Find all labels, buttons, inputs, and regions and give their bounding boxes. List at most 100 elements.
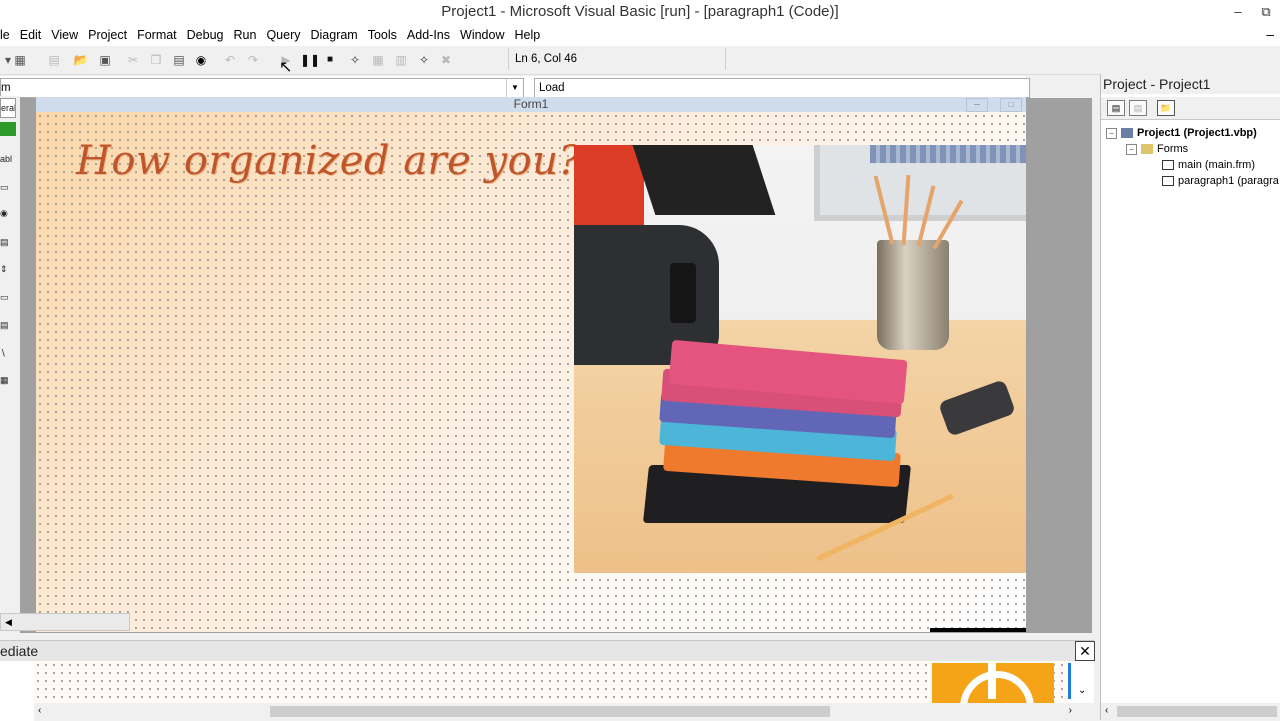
menu-diagram[interactable]: Diagram <box>305 24 362 46</box>
form-icon <box>1162 176 1174 187</box>
project-explorer-icon[interactable]: ✧ <box>347 52 363 68</box>
menu-window[interactable]: Window <box>455 24 509 46</box>
menu-edit[interactable]: Edit <box>15 24 47 46</box>
tree-forms-folder[interactable]: − Forms <box>1126 143 1188 155</box>
procedure-combobox-value: Load <box>539 82 565 94</box>
menu-project[interactable]: Project <box>83 24 132 46</box>
object-browser-icon[interactable]: ✧ <box>416 52 432 68</box>
toolbox-general-tab[interactable]: eral <box>0 98 16 118</box>
form-minimize-icon[interactable]: ─ <box>966 98 988 112</box>
tree-form-item[interactable]: main (main.frm) <box>1162 159 1255 171</box>
menu-query[interactable]: Query <box>261 24 305 46</box>
break-icon[interactable]: ❚❚ <box>300 52 320 68</box>
optionbutton-tool-icon[interactable]: ◉ <box>0 204 18 222</box>
line-tool-icon[interactable]: ∖ <box>0 344 18 362</box>
object-combobox-value: m <box>1 82 11 94</box>
textbox-tool-icon[interactable]: ▭ <box>0 178 18 196</box>
project-icon <box>1121 128 1133 139</box>
immediate-hscrollbar[interactable]: ‹ › <box>34 703 1076 720</box>
properties-icon[interactable]: ▦ <box>370 52 386 68</box>
form-layout-icon[interactable]: ▥ <box>393 52 409 68</box>
paste-icon[interactable]: ▤ <box>171 52 187 68</box>
end-icon[interactable]: ■ <box>322 52 338 68</box>
menu-bar: le Edit View Project Format Debug Run Qu… <box>0 24 1280 46</box>
open-icon[interactable]: 📂 <box>73 52 89 68</box>
view-code-icon[interactable]: ▤ <box>1107 100 1125 116</box>
scroll-thumb[interactable] <box>270 706 830 717</box>
menu-file[interactable]: le <box>0 24 15 46</box>
menu-addins[interactable]: Add-Ins <box>402 24 455 46</box>
drivelistbox-tool-icon[interactable]: ▭ <box>0 288 18 306</box>
data-tool-icon[interactable]: ▦ <box>0 371 18 389</box>
scroll-left-icon[interactable]: ‹ <box>38 705 41 716</box>
chevron-down-icon[interactable]: ▼ <box>506 79 523 97</box>
find-icon[interactable]: ◉ <box>193 52 209 68</box>
desk-picture[interactable] <box>574 145 1026 573</box>
redo-icon[interactable]: ↷ <box>245 52 261 68</box>
immediate-window-pane[interactable] <box>34 661 1074 703</box>
standard-toolbar: ▾ ▦ ▤ 📂 ▣ ✂ ❐ ▤ ◉ ↶ ↷ ▶ ❚❚ ■ ✧ ▦ ▥ ✧ ✖ L… <box>0 46 1280 75</box>
menu-editor-icon[interactable]: ▤ <box>46 52 62 68</box>
tree-forms-label: Forms <box>1157 143 1189 155</box>
listbox-tool-icon[interactable]: ▤ <box>0 233 18 251</box>
child-minimize-button[interactable]: – <box>1266 26 1274 42</box>
pencil-cup-shape <box>877 240 949 350</box>
window-title-bar: Project1 - Microsoft Visual Basic [run] … <box>0 0 1280 24</box>
scroll-thumb[interactable] <box>1117 706 1277 717</box>
logo-image <box>932 663 1054 703</box>
divider-bar <box>930 628 1026 632</box>
collapse-icon[interactable]: − <box>1106 127 1117 139</box>
tree-project-node[interactable]: − Project1 (Project1.vbp) <box>1106 127 1257 139</box>
object-combobox[interactable]: m ▼ <box>0 78 524 98</box>
collapse-icon[interactable]: − <box>1126 143 1137 155</box>
headline-label[interactable]: How organized are you? <box>76 138 580 184</box>
cursor-position-status: Ln 6, Col 46 <box>508 48 726 70</box>
save-icon[interactable]: ▣ <box>97 52 113 68</box>
copy-icon[interactable]: ❐ <box>148 52 164 68</box>
bag-buckle-shape <box>670 263 696 323</box>
menu-tools[interactable]: Tools <box>363 24 402 46</box>
menu-view[interactable]: View <box>46 24 83 46</box>
project-explorer-hscrollbar[interactable]: ‹ <box>1101 703 1280 720</box>
view-object-icon[interactable]: ▤ <box>1129 100 1147 116</box>
immediate-vscrollbar[interactable]: ⌄ <box>1068 661 1094 703</box>
toolbox-icon[interactable]: ✖ <box>438 52 454 68</box>
tree-project-label: Project1 (Project1.vbp) <box>1137 127 1257 139</box>
tree-form-item[interactable]: paragraph1 (paragra <box>1162 175 1279 187</box>
menu-help[interactable]: Help <box>509 24 545 46</box>
window-title: Project1 - Microsoft Visual Basic [run] … <box>441 3 839 20</box>
mouse-pointer-icon: ↖ <box>279 59 293 76</box>
scroll-right-icon[interactable]: › <box>1069 705 1072 716</box>
minimize-button[interactable]: – <box>1224 0 1252 24</box>
scroll-left-icon[interactable]: ◀ <box>5 614 12 630</box>
building-shape <box>870 145 1026 163</box>
project-explorer-title: Project - Project1 <box>1101 74 1280 94</box>
menu-run[interactable]: Run <box>229 24 262 46</box>
vscrollbar-tool-icon[interactable]: ⇕ <box>0 260 18 278</box>
cut-icon[interactable]: ✂ <box>125 52 141 68</box>
form-title-bar: Form1 ─ □ <box>36 97 1026 112</box>
procedure-combobox[interactable]: Load <box>534 78 1030 98</box>
scroll-left-icon[interactable]: ‹ <box>1105 705 1108 716</box>
immediate-gutter <box>0 661 34 721</box>
tree-form-label: paragraph1 (paragra <box>1178 175 1279 187</box>
chevron-down-icon[interactable]: ⌄ <box>1078 685 1086 696</box>
menu-debug[interactable]: Debug <box>182 24 229 46</box>
close-icon[interactable]: ✕ <box>1075 641 1095 661</box>
form-icon <box>1162 160 1174 171</box>
undo-icon[interactable]: ↶ <box>222 52 238 68</box>
picturebox-tool-icon[interactable] <box>0 122 16 136</box>
add-form-icon[interactable]: ▦ <box>12 52 28 68</box>
tree-form-label: main (main.frm) <box>1178 159 1256 171</box>
bag-strap-shape <box>632 145 776 215</box>
toolbox-panel: eral abl ▭ ◉ ▤ ⇕ ▭ ▤ ∖ ▦ <box>0 96 20 616</box>
code-window-hscrollbar[interactable]: ◀ <box>0 613 130 631</box>
scroll-indicator <box>1068 663 1071 699</box>
menu-format[interactable]: Format <box>132 24 182 46</box>
restore-button[interactable]: ⧉ <box>1252 0 1280 24</box>
form-maximize-icon[interactable]: □ <box>1000 98 1022 112</box>
label-tool-icon[interactable]: abl <box>0 150 18 168</box>
project-explorer-toolbar: ▤ ▤ 📁 <box>1101 97 1280 120</box>
filelistbox-tool-icon[interactable]: ▤ <box>0 316 18 334</box>
toggle-folders-icon[interactable]: 📁 <box>1157 100 1175 116</box>
